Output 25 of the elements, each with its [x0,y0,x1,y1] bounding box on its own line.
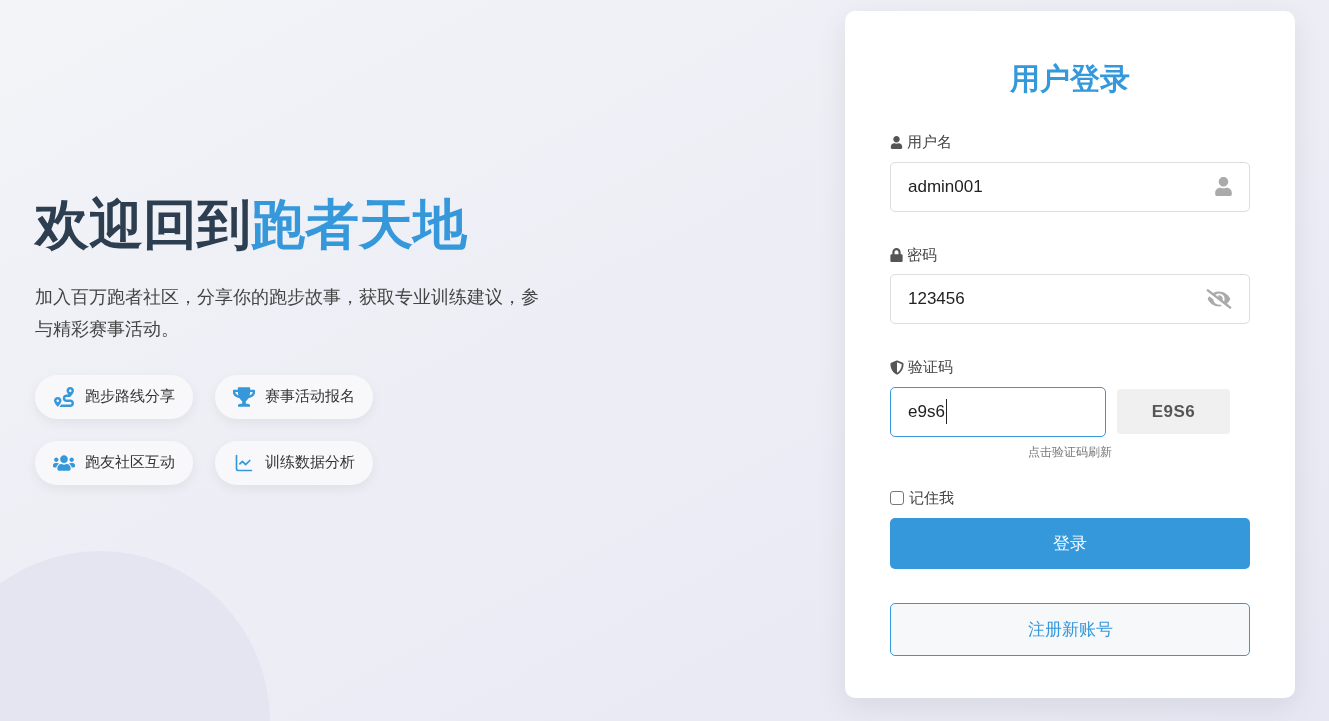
captcha-field[interactable]: e9s6 [890,386,1106,437]
user-icon [890,135,903,149]
captcha-hint: 点击验证码刷新 [1028,443,1112,461]
welcome-description: 加入百万跑者社区，分享你的跑步故事，获取专业训练建议，参与精彩赛事活动。 [35,285,540,341]
lock-icon [890,247,903,262]
feature-label: 赛事活动报名 [265,386,355,407]
line-chart-icon [233,452,255,473]
shield-icon [890,359,904,375]
username-label: 用户名 [907,132,952,152]
remember-label: 记住我 [909,487,954,508]
people-icon [53,452,75,473]
user-icon [1215,177,1232,196]
route-icon [53,386,75,407]
feature-label: 跑步路线分享 [85,386,175,407]
eye-slash-icon[interactable] [1206,289,1232,309]
username-field[interactable]: admin001 [890,161,1250,212]
welcome-heading: 欢迎回到跑者天地 [35,196,468,251]
captcha-code[interactable]: E9S6 [1117,389,1230,434]
password-label: 密码 [907,244,937,265]
login-title: 用户登录 [1009,61,1131,97]
password-field[interactable]: 123456 [890,274,1250,324]
feature-label: 训练数据分析 [265,452,355,473]
feature-label: 跑友社区互动 [85,452,175,473]
trophy-icon [233,386,255,407]
captcha-label: 验证码 [908,357,953,377]
